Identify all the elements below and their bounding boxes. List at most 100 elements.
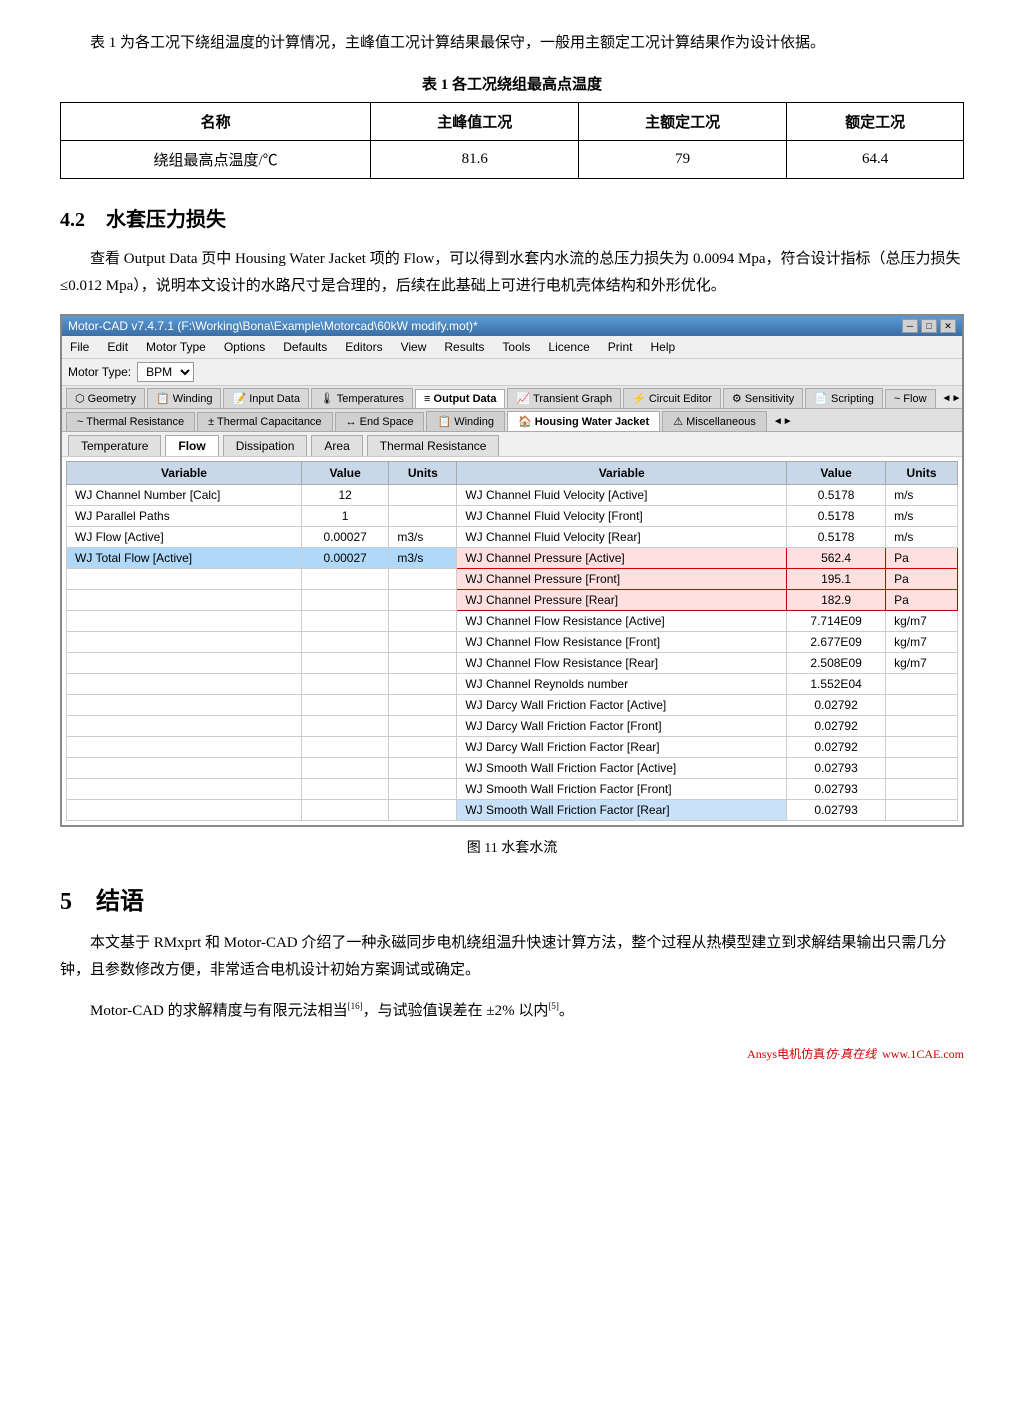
left-unit-14 xyxy=(389,779,457,800)
tab-input-data[interactable]: 📝 Input Data xyxy=(223,388,309,408)
left-unit-4 xyxy=(389,569,457,590)
table1-cell-rated: 64.4 xyxy=(787,141,964,179)
table1-header-3: 额定工况 xyxy=(787,103,964,141)
table1-cell-peak: 81.6 xyxy=(371,141,579,179)
content-tab-area[interactable]: Area xyxy=(311,435,362,456)
left-unit-7 xyxy=(389,632,457,653)
right-unit-8: kg/m7 xyxy=(886,653,958,674)
left-var-13 xyxy=(67,758,302,779)
grid-row-9: WJ Channel Reynolds number 1.552E04 xyxy=(67,674,958,695)
content-tab-flow[interactable]: Flow xyxy=(165,435,218,456)
menu-edit[interactable]: Edit xyxy=(103,338,132,356)
left-val-12 xyxy=(301,737,388,758)
menu-file[interactable]: File xyxy=(66,338,93,356)
right-unit-6: kg/m7 xyxy=(886,611,958,632)
left-val-8 xyxy=(301,653,388,674)
grid-row-2: WJ Flow [Active] 0.00027 m3/s WJ Channel… xyxy=(67,527,958,548)
subtab-scroll-arrow[interactable]: ◄► xyxy=(773,416,793,427)
right-val-8: 2.508E09 xyxy=(787,653,886,674)
menu-print[interactable]: Print xyxy=(604,338,637,356)
restore-button[interactable]: □ xyxy=(921,319,937,333)
minimize-button[interactable]: ─ xyxy=(902,319,918,333)
right-val-7: 2.677E09 xyxy=(787,632,886,653)
content-tab-temperature[interactable]: Temperature xyxy=(68,435,161,456)
menu-defaults[interactable]: Defaults xyxy=(279,338,331,356)
right-val-2: 0.5178 xyxy=(787,527,886,548)
tab-flow[interactable]: ~ Flow xyxy=(885,389,936,408)
right-var-10: WJ Darcy Wall Friction Factor [Active] xyxy=(457,695,787,716)
grid-row-11: WJ Darcy Wall Friction Factor [Front] 0.… xyxy=(67,716,958,737)
content-tab-thermal-resistance[interactable]: Thermal Resistance xyxy=(367,435,500,456)
section5-body2: Motor-CAD 的求解精度与有限元法相当[16]，与试验值误差在 ±2% 以… xyxy=(60,998,964,1025)
left-val-3: 0.00027 xyxy=(301,548,388,569)
menu-tools[interactable]: Tools xyxy=(498,338,534,356)
right-unit-10 xyxy=(886,695,958,716)
tab-sensitivity[interactable]: ⚙ Sensitivity xyxy=(723,388,803,408)
grid-row-4: WJ Channel Pressure [Front] 195.1 Pa xyxy=(67,569,958,590)
tab-winding[interactable]: 📋 Winding xyxy=(147,388,222,408)
subtab-miscellaneous[interactable]: ⚠ Miscellaneous xyxy=(662,411,767,431)
table1-caption: 表 1 各工况绕组最高点温度 xyxy=(60,73,964,94)
right-val-4: 195.1 xyxy=(787,569,886,590)
right-var-0: WJ Channel Fluid Velocity [Active] xyxy=(457,485,787,506)
subtab-winding[interactable]: 📋 Winding xyxy=(426,411,505,431)
right-val-12: 0.02792 xyxy=(787,737,886,758)
menu-options[interactable]: Options xyxy=(220,338,269,356)
menu-editors[interactable]: Editors xyxy=(341,338,386,356)
left-unit-2: m3/s xyxy=(389,527,457,548)
right-val-0: 0.5178 xyxy=(787,485,886,506)
subtab-thermal-resistance[interactable]: ~ Thermal Resistance xyxy=(66,412,195,431)
section5-number: 5 xyxy=(60,889,72,915)
left-val-1: 1 xyxy=(301,506,388,527)
menu-licence[interactable]: Licence xyxy=(544,338,593,356)
right-var-5: WJ Channel Pressure [Rear] xyxy=(457,590,787,611)
table1-cell-rated-main: 79 xyxy=(579,141,787,179)
menu-results[interactable]: Results xyxy=(440,338,488,356)
section42-number: 4.2 xyxy=(60,209,85,231)
window-controls[interactable]: ─ □ ✕ xyxy=(902,319,956,333)
window-titlebar: Motor-CAD v7.4.7.1 (F:\Working\Bona\Exam… xyxy=(62,316,962,336)
tab-geometry[interactable]: ⬡ Geometry xyxy=(66,388,145,408)
motor-type-select[interactable]: BPM xyxy=(137,362,194,382)
left-var-9 xyxy=(67,674,302,695)
menu-help[interactable]: Help xyxy=(646,338,679,356)
left-var-0: WJ Channel Number [Calc] xyxy=(67,485,302,506)
left-val-11 xyxy=(301,716,388,737)
left-unit-6 xyxy=(389,611,457,632)
menu-motor-type[interactable]: Motor Type xyxy=(142,338,210,356)
tab-scripting[interactable]: 📄 Scripting xyxy=(805,388,883,408)
tab-transient-graph[interactable]: 📈 Transient Graph xyxy=(507,388,621,408)
subtab-housing-water-jacket[interactable]: 🏠 Housing Water Jacket xyxy=(507,411,660,431)
left-val-14 xyxy=(301,779,388,800)
content-tab-dissipation[interactable]: Dissipation xyxy=(223,435,308,456)
close-button[interactable]: ✕ xyxy=(940,319,956,333)
right-unit-5: Pa xyxy=(886,590,958,611)
left-val-5 xyxy=(301,590,388,611)
right-unit-15 xyxy=(886,800,958,821)
right-unit-9 xyxy=(886,674,958,695)
left-val-6 xyxy=(301,611,388,632)
right-var-11: WJ Darcy Wall Friction Factor [Front] xyxy=(457,716,787,737)
table1-header-1: 主峰值工况 xyxy=(371,103,579,141)
right-unit-13 xyxy=(886,758,958,779)
main-tab-bar: ⬡ Geometry 📋 Winding 📝 Input Data 🌡 Temp… xyxy=(62,386,962,409)
right-val-13: 0.02793 xyxy=(787,758,886,779)
right-unit-11 xyxy=(886,716,958,737)
left-val-7 xyxy=(301,632,388,653)
tab-scroll-arrow[interactable]: ◄► xyxy=(942,393,962,404)
tab-temperatures[interactable]: 🌡 Temperatures xyxy=(311,388,413,408)
tab-output-data[interactable]: ≡ Output Data xyxy=(415,389,505,408)
left-unit-13 xyxy=(389,758,457,779)
grid-row-12: WJ Darcy Wall Friction Factor [Rear] 0.0… xyxy=(67,737,958,758)
menu-bar: File Edit Motor Type Options Defaults Ed… xyxy=(62,336,962,359)
left-var-5 xyxy=(67,590,302,611)
right-var-13: WJ Smooth Wall Friction Factor [Active] xyxy=(457,758,787,779)
tab-circuit-editor[interactable]: ⚡ Circuit Editor xyxy=(623,388,721,408)
left-val-2: 0.00027 xyxy=(301,527,388,548)
subtab-end-space[interactable]: ↔ End Space xyxy=(335,412,425,431)
section5-title: 结语 xyxy=(96,889,144,915)
left-val-15 xyxy=(301,800,388,821)
subtab-thermal-capacitance[interactable]: ± Thermal Capacitance xyxy=(197,412,332,431)
menu-view[interactable]: View xyxy=(397,338,431,356)
left-unit-9 xyxy=(389,674,457,695)
